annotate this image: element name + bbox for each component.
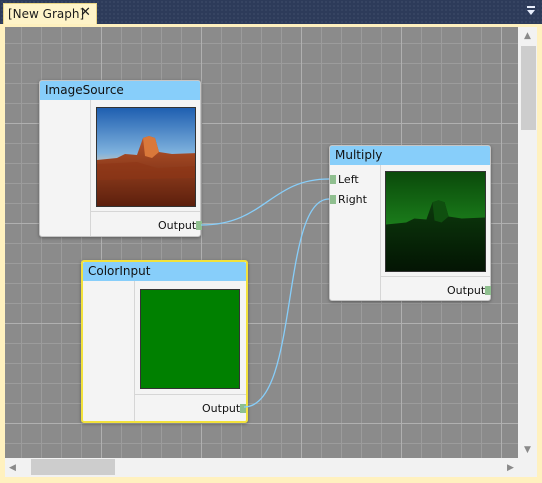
desert-butte-image [97, 108, 195, 206]
output-port[interactable] [196, 221, 202, 230]
tab-new-graph[interactable]: [New Graph] ✕ [3, 3, 97, 24]
result-preview [385, 171, 486, 272]
scroll-up-icon[interactable]: ▲ [524, 31, 531, 41]
output-port[interactable] [240, 404, 246, 413]
output-row-divider [380, 276, 490, 277]
node-image-source[interactable]: ImageSource Output [39, 80, 202, 237]
output-row-divider [134, 394, 246, 395]
node-title: Multiply [335, 148, 383, 162]
green-tinted-image [386, 172, 485, 271]
horizontal-scroll-thumb[interactable] [31, 459, 115, 475]
output-port[interactable] [485, 286, 491, 295]
node-header[interactable]: ImageSource [40, 81, 200, 100]
input-column-divider [380, 165, 381, 300]
node-header[interactable]: ColorInput [83, 262, 246, 281]
image-preview [96, 107, 196, 207]
node-color-input[interactable]: ColorInput Output [81, 260, 248, 423]
output-row-divider [90, 211, 200, 212]
left-input-port[interactable] [330, 175, 336, 184]
output-label: Output [447, 284, 486, 297]
node-multiply[interactable]: Multiply Left Right Output [329, 145, 491, 301]
node-title: ColorInput [88, 264, 151, 278]
scroll-left-icon[interactable]: ◀ [9, 463, 16, 473]
right-input-port[interactable] [330, 195, 336, 204]
scrollbar-corner [518, 458, 537, 477]
input-column-divider [134, 281, 135, 421]
tab-label: [New Graph] [8, 7, 85, 21]
output-label: Output [158, 219, 197, 232]
node-title: ImageSource [45, 83, 124, 97]
color-swatch [140, 289, 240, 389]
close-icon[interactable]: ✕ [80, 5, 91, 20]
right-label: Right [338, 193, 367, 206]
window-menu-icon[interactable] [526, 4, 536, 18]
scroll-down-icon[interactable]: ▼ [524, 445, 531, 455]
left-label: Left [338, 173, 359, 186]
node-header[interactable]: Multiply [330, 146, 490, 165]
input-column-divider [90, 100, 91, 236]
vertical-scroll-thumb[interactable] [521, 46, 536, 130]
output-label: Output [202, 402, 241, 415]
scroll-right-icon[interactable]: ▶ [507, 463, 514, 473]
